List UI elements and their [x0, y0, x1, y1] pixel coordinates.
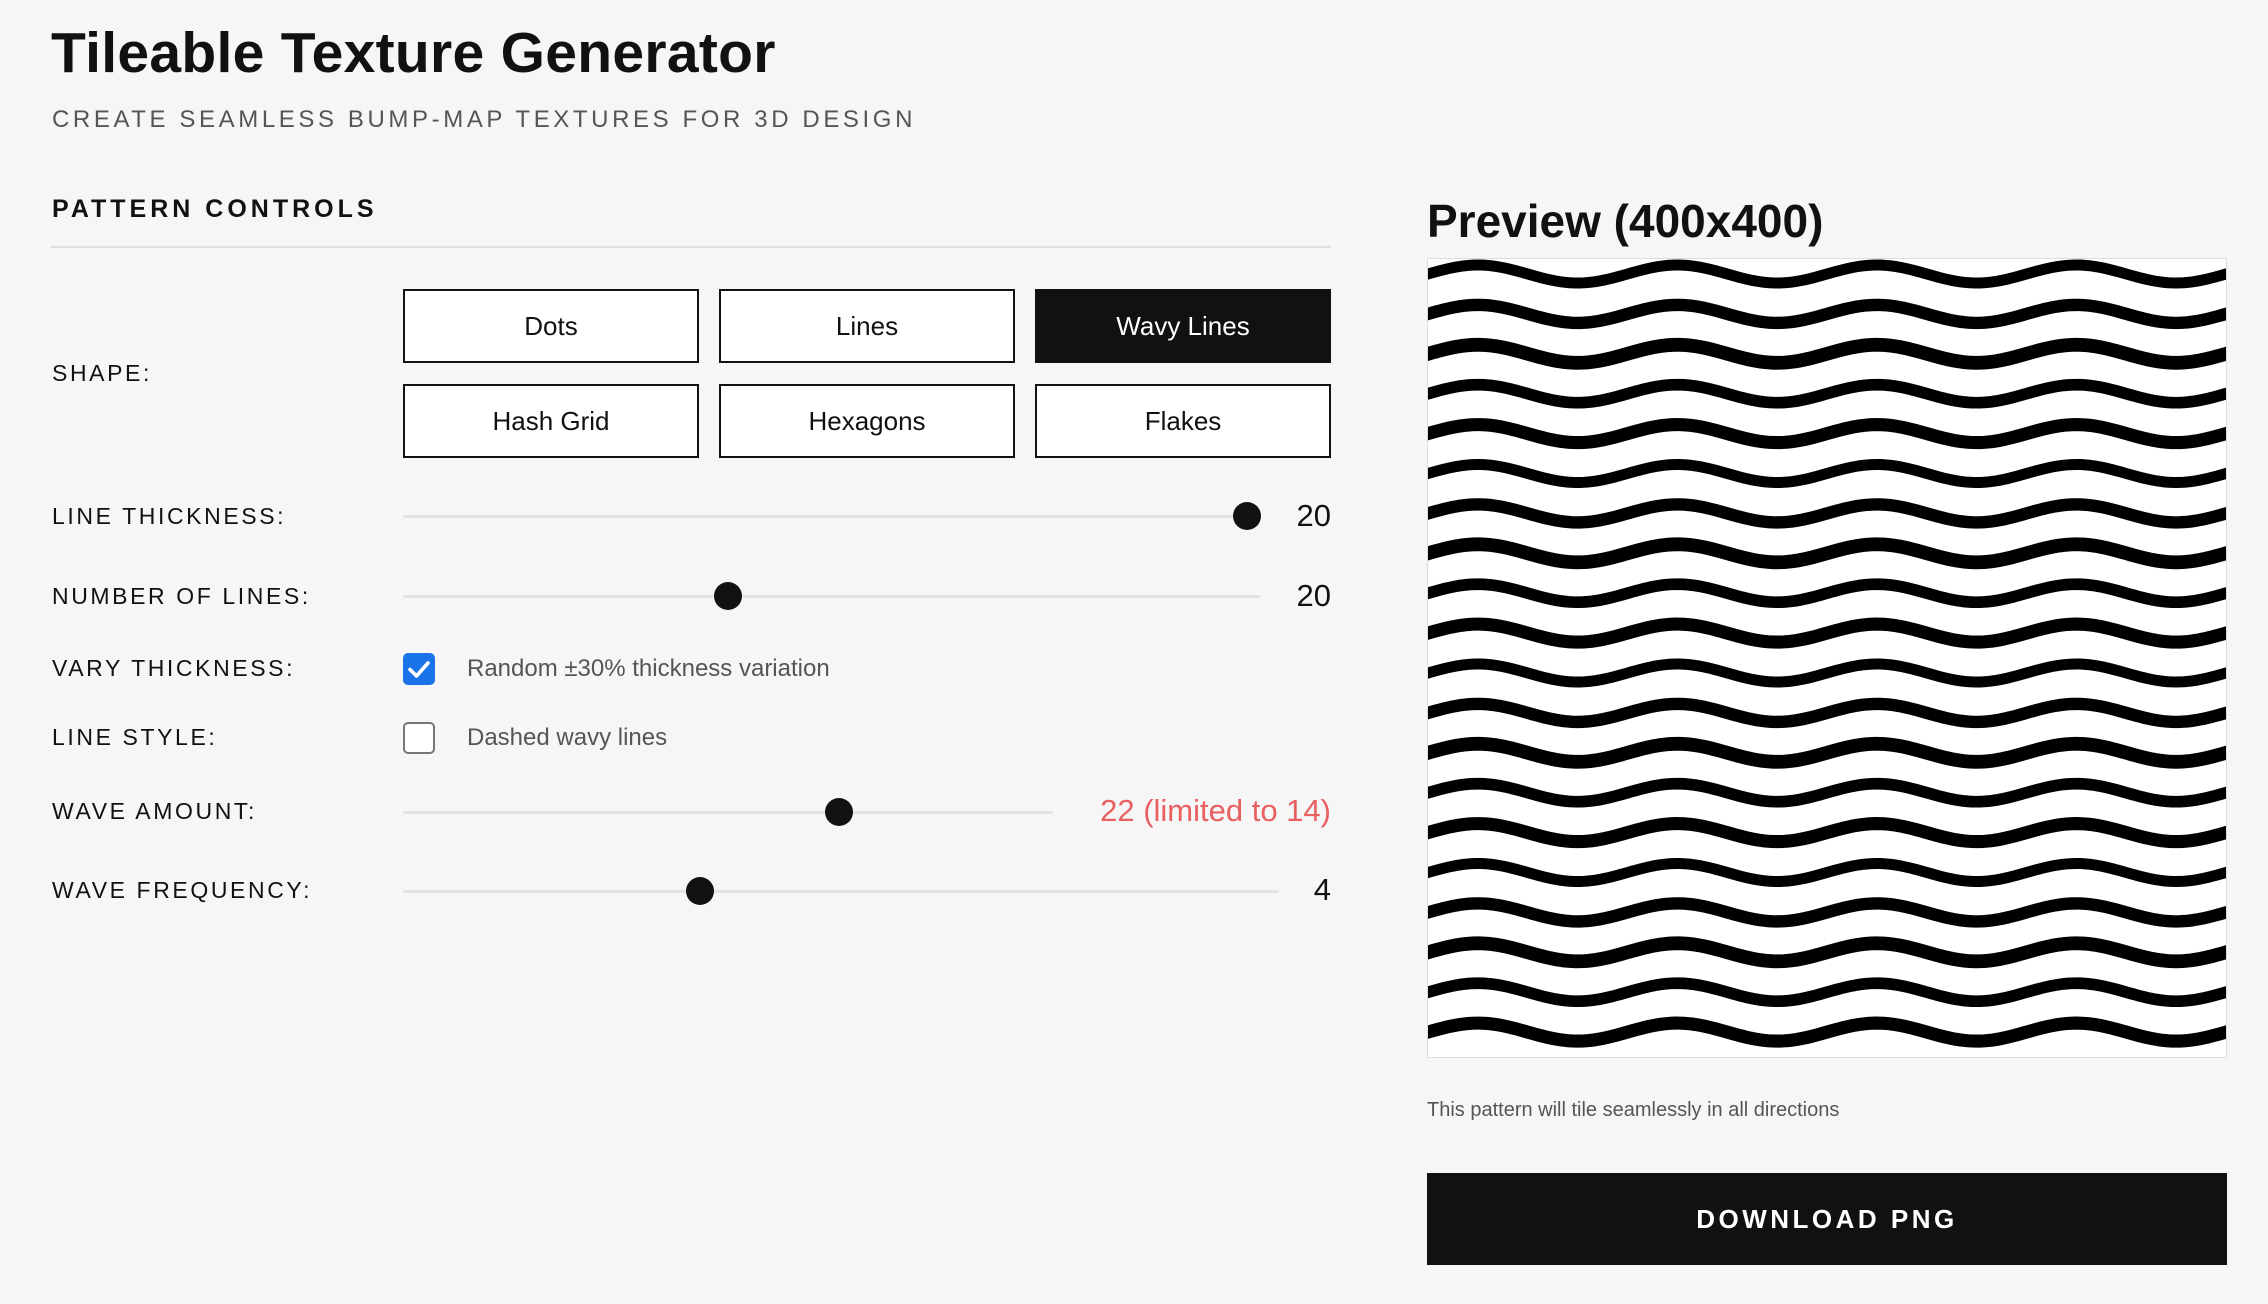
vary-thickness-text: Random ±30% thickness variation — [467, 655, 830, 682]
wave-line — [1428, 736, 2226, 769]
wave-line — [1428, 777, 2226, 808]
wave-line — [1428, 378, 2226, 409]
wave-line — [1428, 817, 2226, 849]
pattern-controls-heading: PATTERN CONTROLS — [52, 195, 378, 223]
line-thickness-slider[interactable] — [403, 515, 1260, 518]
page-title: Tileable Texture Generator — [51, 21, 776, 85]
vary-thickness-checkbox[interactable] — [403, 653, 435, 685]
shape-button-dots[interactable]: Dots — [403, 289, 699, 363]
wave-line — [1428, 617, 2226, 649]
wave-amount-label: WAVE AMOUNT: — [52, 798, 257, 824]
wave-amount-value: 22 (limited to 14) — [1100, 793, 1331, 828]
line-thickness-value: 20 — [1296, 498, 1331, 533]
shape-button-lines[interactable]: Lines — [719, 289, 1015, 363]
section-divider — [51, 246, 1331, 248]
wave-amount-slider-thumb[interactable] — [825, 798, 853, 826]
number-of-lines-value: 20 — [1296, 578, 1331, 613]
checkmark-icon — [408, 661, 430, 678]
line-style-checkbox[interactable] — [403, 722, 435, 754]
number-of-lines-slider[interactable] — [403, 595, 1260, 598]
wave-line — [1428, 1016, 2226, 1048]
wave-line — [1428, 697, 2226, 729]
wave-line — [1428, 418, 2226, 450]
line-style-text: Dashed wavy lines — [467, 724, 668, 751]
texture-preview-canvas — [1427, 258, 2227, 1058]
page-subtitle: CREATE SEAMLESS BUMP-MAP TEXTURES FOR 3D… — [52, 106, 917, 133]
wave-line — [1428, 857, 2226, 888]
wave-frequency-slider[interactable] — [403, 890, 1279, 893]
shape-button-flakes[interactable]: Flakes — [1035, 384, 1331, 458]
wave-line — [1428, 897, 2226, 928]
wave-line — [1428, 337, 2226, 370]
shape-button-wavy-lines[interactable]: Wavy Lines — [1035, 289, 1331, 363]
texture-generator-page: Tileable Texture Generator CREATE SEAMLE… — [0, 0, 2268, 1304]
wave-line — [1428, 537, 2226, 570]
number-of-lines-slider-thumb[interactable] — [714, 582, 742, 610]
wave-line — [1428, 658, 2226, 688]
wavy-lines-pattern — [1428, 259, 2226, 1048]
wave-frequency-slider-thumb[interactable] — [686, 877, 714, 905]
number-of-lines-label: NUMBER OF LINES: — [52, 583, 311, 609]
wave-frequency-label: WAVE FREQUENCY: — [52, 877, 313, 903]
line-style-label: LINE STYLE: — [52, 724, 218, 750]
wave-line — [1428, 498, 2226, 529]
line-thickness-label: LINE THICKNESS: — [52, 503, 287, 529]
download-png-button[interactable]: DOWNLOAD PNG — [1427, 1173, 2227, 1265]
wave-line — [1428, 458, 2226, 489]
preview-title: Preview (400x400) — [1427, 195, 1824, 247]
wave-line — [1428, 936, 2226, 969]
preview-note: This pattern will tile seamlessly in all… — [1427, 1099, 1840, 1121]
shape-button-hexagons[interactable]: Hexagons — [719, 384, 1015, 458]
shape-button-hash-grid[interactable]: Hash Grid — [403, 384, 699, 458]
shape-label: SHAPE: — [52, 360, 152, 386]
vary-thickness-label: VARY THICKNESS: — [52, 655, 296, 681]
wave-amount-slider[interactable] — [403, 811, 1053, 814]
wave-line — [1428, 977, 2226, 1008]
line-thickness-slider-thumb[interactable] — [1233, 502, 1261, 530]
wave-frequency-value: 4 — [1313, 872, 1331, 907]
wave-line — [1428, 578, 2226, 609]
wave-line — [1428, 298, 2226, 330]
wave-line — [1428, 259, 2226, 289]
